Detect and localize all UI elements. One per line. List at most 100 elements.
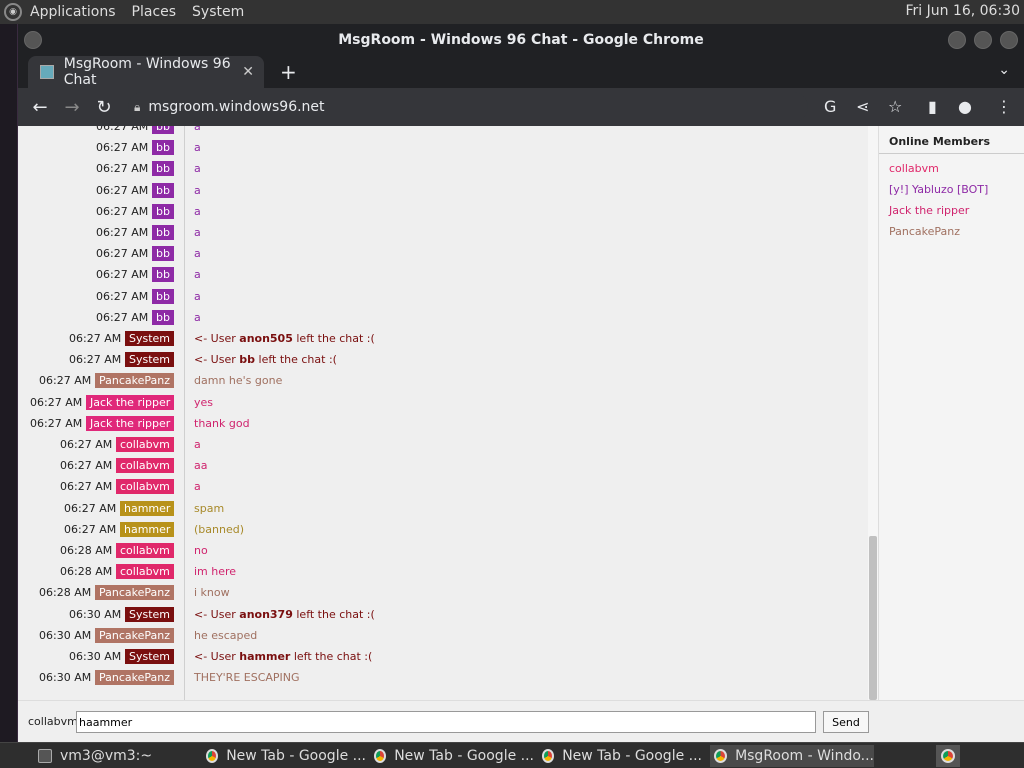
username-badge[interactable]: PancakePanz [95, 670, 175, 686]
message-text: thank god [194, 416, 250, 430]
system-menu[interactable]: System [192, 4, 244, 20]
username-badge[interactable]: bb [152, 225, 174, 240]
taskbar-item-chrome-3[interactable]: New Tab - Google ... [542, 745, 702, 767]
distro-logo-icon[interactable]: ◉ [4, 3, 22, 21]
chat-message-row: System 06:27 AM <- User anon505 left the c… [18, 328, 868, 349]
terminal-icon [38, 749, 52, 763]
member-item[interactable]: PancakePanz [879, 221, 1024, 242]
message-text: damn he's gone [194, 374, 283, 388]
tab-strip: MsgRoom - Windows 96 Chat ✕ + ⌄ [18, 56, 1024, 88]
chat-message-row: bb 06:27 AM a [18, 307, 868, 328]
username-badge[interactable]: bb [152, 267, 174, 283]
message-input[interactable] [76, 711, 816, 733]
chat-message-row: bb 06:27 AM a [18, 158, 868, 179]
member-item[interactable]: collabvm [879, 158, 1024, 179]
username-badge[interactable]: hammer [120, 500, 175, 516]
taskbar-item-terminal[interactable]: vm3@vm3:~ [38, 745, 198, 767]
taskbar-item-chrome-1[interactable]: New Tab - Google ... [206, 745, 366, 767]
chrome-icon [542, 749, 555, 763]
google-icon[interactable]: G [824, 97, 836, 116]
username-badge[interactable]: System [125, 352, 175, 368]
username-badge[interactable]: System [125, 649, 175, 664]
username-badge[interactable]: bb [152, 126, 174, 134]
applications-menu[interactable]: Applications [30, 4, 116, 20]
chat-log[interactable]: bb 06:27 AM a bb 06:27 AM a bb 06:27 AM a bb 06:27… [18, 126, 868, 700]
back-arrow-icon[interactable]: ← [24, 97, 56, 118]
chat-message-row: PancakePanz 06:28 AM i know [18, 582, 868, 603]
username-badge[interactable]: collabvm [116, 458, 174, 474]
send-button[interactable]: Send [823, 711, 869, 733]
url-text[interactable]: msgroom.windows96.net [148, 99, 324, 115]
taskbar-label: New Tab - Google ... [226, 748, 366, 764]
page-content: bb 06:27 AM a bb 06:27 AM a bb 06:27 AM a bb 06:27… [18, 126, 1024, 742]
username-badge[interactable]: bb [152, 140, 174, 156]
reload-icon[interactable]: ↻ [88, 97, 120, 118]
tab-search-chevron-icon[interactable]: ⌄ [998, 62, 1010, 78]
side-panel-icon[interactable]: ▮ [928, 97, 937, 116]
message-timestamp: 06:30 AM [69, 650, 122, 663]
chat-message-row: bb 06:27 AM a [18, 264, 868, 285]
member-item[interactable]: Jack the ripper [879, 200, 1024, 221]
minimize-button[interactable] [948, 31, 966, 49]
username-badge[interactable]: hammer [120, 521, 175, 537]
username-badge[interactable]: collabvm [116, 437, 174, 452]
username-badge[interactable]: bb [152, 246, 174, 262]
chat-message-row: bb 06:27 AM a [18, 222, 868, 243]
lock-icon[interactable]: 🔒︎ [134, 100, 140, 115]
message-text: a [194, 141, 201, 155]
username-badge[interactable]: PancakePanz [95, 373, 175, 389]
username-badge[interactable]: collabvm [116, 564, 174, 580]
window-titlebar[interactable]: MsgRoom - Windows 96 Chat - Google Chrom… [18, 24, 1024, 56]
window-menu-icon[interactable] [24, 31, 42, 49]
message-text: <- User anon379 left the chat :( [194, 607, 375, 621]
bookmark-star-icon[interactable]: ☆ [888, 97, 902, 116]
address-bar[interactable]: 🔒︎ msgroom.windows96.net [128, 92, 808, 122]
taskbar-item-chrome-2[interactable]: New Tab - Google ... [374, 745, 534, 767]
username-badge[interactable]: System [125, 331, 175, 346]
username-badge[interactable]: PancakePanz [95, 627, 175, 643]
message-text: no [194, 544, 208, 557]
username-badge[interactable]: bb [152, 182, 174, 198]
forward-arrow-icon[interactable]: → [56, 97, 88, 118]
share-icon[interactable]: ⋖ [856, 97, 869, 116]
profile-avatar-icon[interactable]: ● [958, 97, 972, 116]
chrome-icon [941, 749, 955, 763]
maximize-button[interactable] [974, 31, 992, 49]
username-badge[interactable]: System [125, 606, 175, 622]
message-timestamp: 06:27 AM [69, 353, 122, 367]
username-badge[interactable]: bb [152, 288, 174, 304]
message-text: im here [194, 565, 237, 579]
message-timestamp: 06:27 AM [96, 183, 149, 197]
taskbar-item-msgroom[interactable]: MsgRoom - Windo... [710, 745, 874, 767]
username-badge[interactable]: PancakePanz [95, 585, 175, 601]
message-timestamp: 06:27 AM [96, 204, 149, 218]
chat-message-row: bb 06:27 AM a [18, 126, 868, 137]
message-timestamp: 06:27 AM [96, 289, 149, 303]
username-badge[interactable]: Jack the ripper [86, 415, 175, 431]
top-panel: ◉ Applications Places System Fri Jun 16,… [0, 0, 1024, 24]
chat-message-row: Jack the ripper 06:27 AM thank god [18, 413, 868, 434]
close-window-button[interactable] [1000, 31, 1018, 49]
chat-message-row: collabvm 06:28 AM im here [18, 561, 868, 582]
username-badge[interactable]: bb [152, 203, 174, 219]
taskbar-chrome-launcher[interactable] [936, 745, 960, 767]
username-badge[interactable]: collabvm [116, 543, 174, 558]
message-timestamp: 06:28 AM [39, 586, 92, 600]
message-timestamp: 06:27 AM [96, 247, 149, 261]
menu-kebab-icon[interactable]: ⋮ [996, 97, 1012, 116]
chat-scrollbar-thumb[interactable] [869, 536, 877, 700]
chat-message-row: hammer 06:27 AM spam [18, 498, 868, 519]
chrome-icon [714, 749, 728, 763]
tab-msgroom[interactable]: MsgRoom - Windows 96 Chat ✕ [28, 56, 264, 88]
tab-close-icon[interactable]: ✕ [242, 64, 254, 80]
clock[interactable]: Fri Jun 16, 06:30 [905, 3, 1020, 19]
username-badge[interactable]: collabvm [116, 479, 174, 495]
places-menu[interactable]: Places [132, 4, 177, 20]
username-badge[interactable]: bb [152, 309, 174, 325]
message-timestamp: 06:27 AM [96, 141, 149, 155]
new-tab-button[interactable]: + [280, 60, 297, 84]
username-badge[interactable]: Jack the ripper [86, 394, 175, 410]
username-badge[interactable]: bb [152, 161, 174, 177]
chat-message-row: collabvm 06:28 AM no [18, 540, 868, 561]
member-item[interactable]: [y!] Yabluzo [BOT] [879, 179, 1024, 200]
